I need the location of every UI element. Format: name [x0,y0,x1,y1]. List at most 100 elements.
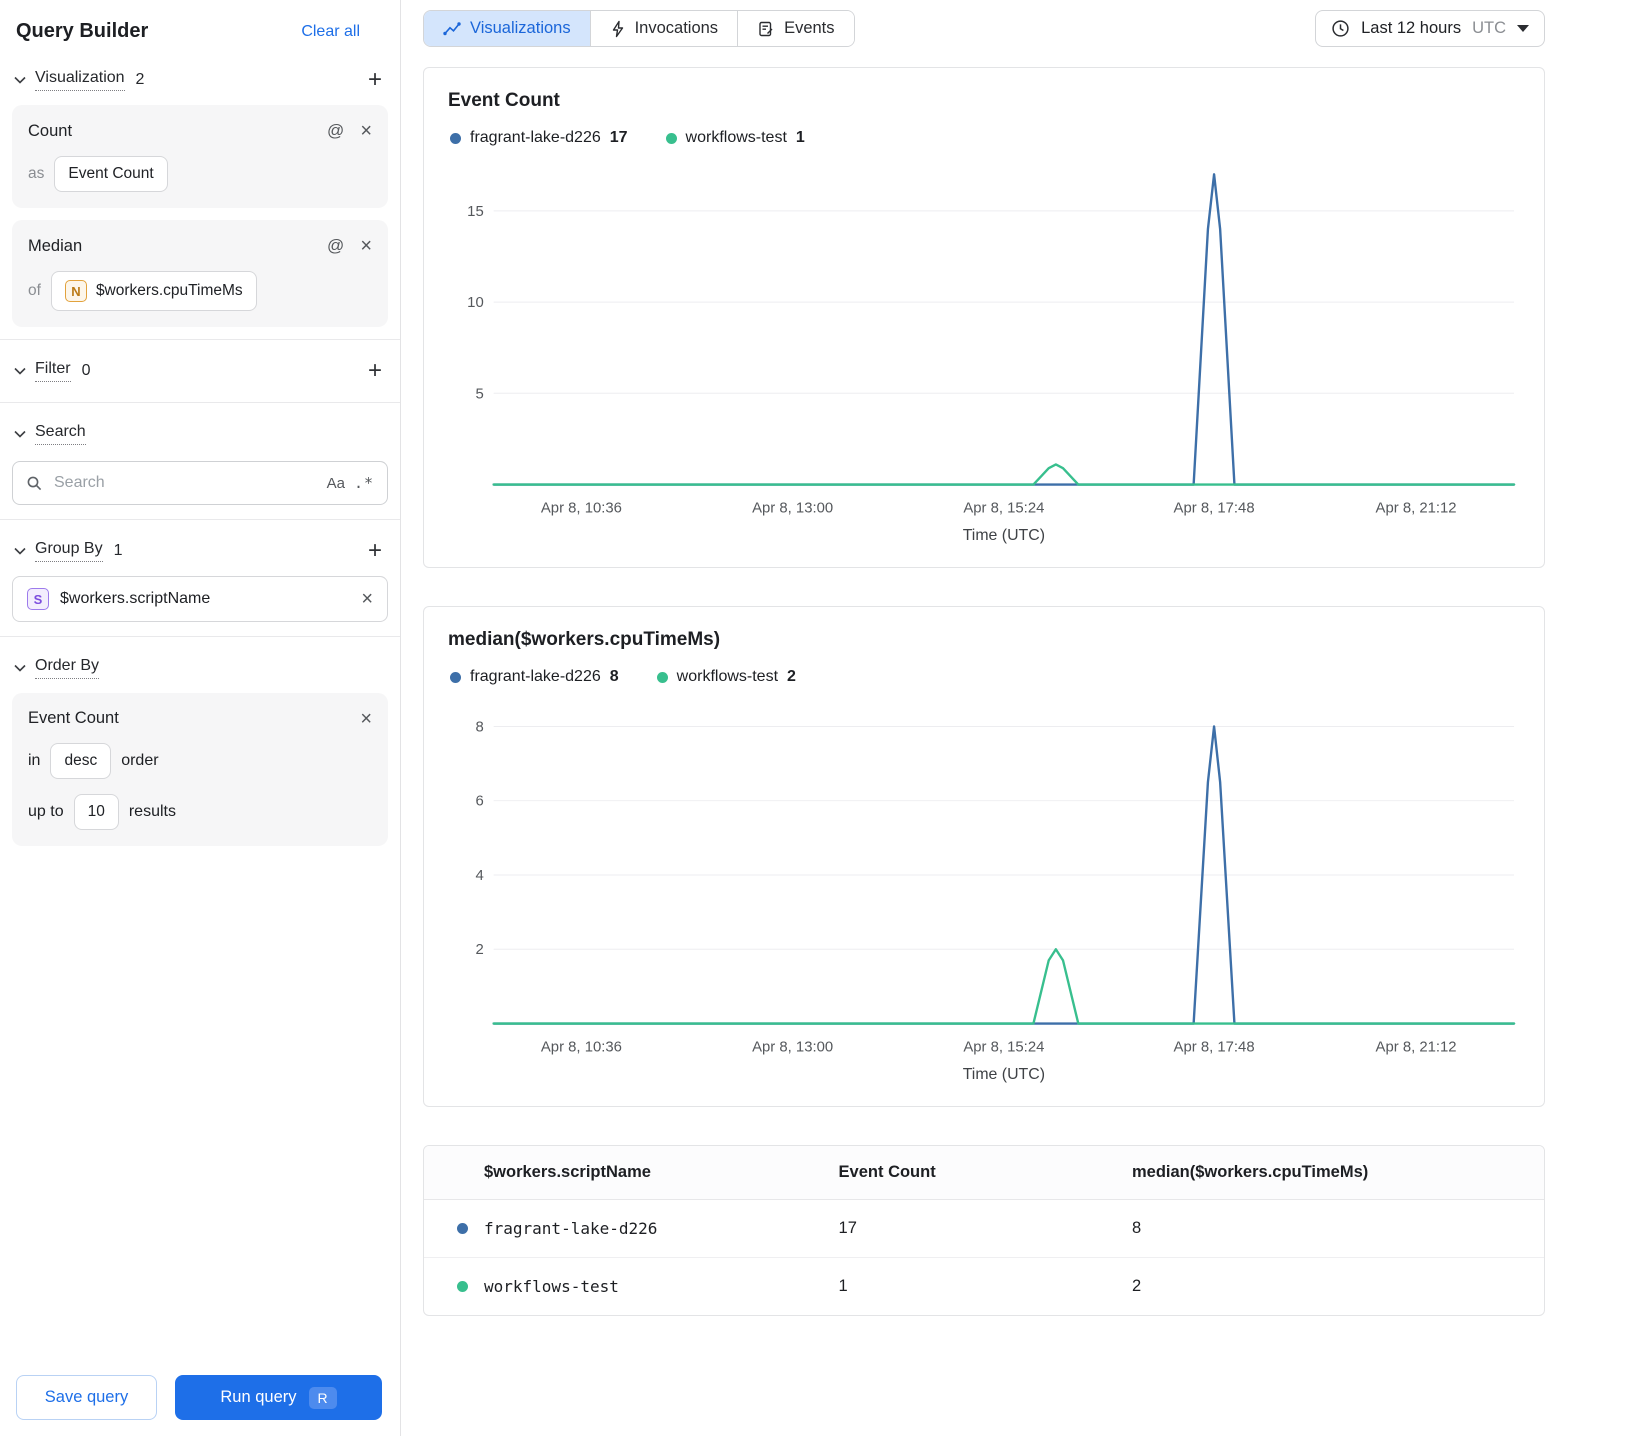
median-field-chip[interactable]: N $workers.cpuTimeMs [50,271,257,311]
svg-text:Apr 8, 10:36: Apr 8, 10:36 [541,1039,622,1055]
legend-item-workflows-test[interactable]: workflows-test 1 [665,129,805,147]
group-by-field-name: $workers.scriptName [60,590,211,607]
series-dot-green [457,1281,468,1293]
main-content: Event Count fragrant-lake-d226 17 workfl… [401,55,1640,1436]
tab-events[interactable]: Events [737,11,854,46]
chevron-down-icon[interactable] [14,430,26,438]
limit-chip[interactable]: 10 [73,794,119,830]
results-table-card: $workers.scriptName Event Count median($… [423,1145,1545,1317]
tab-visualizations[interactable]: Visualizations [424,11,590,46]
time-range-dropdown[interactable]: Last 12 hours UTC [1315,10,1545,47]
save-query-button[interactable]: Save query [16,1375,157,1420]
group-by-section-label: Group By [35,540,103,562]
chevron-down-icon[interactable] [14,664,26,672]
number-type-icon: N [64,280,87,302]
tab-events-label: Events [784,19,835,37]
legend-series-total: 8 [609,668,619,686]
divider [0,339,400,340]
tab-visualizations-label: Visualizations [470,19,571,37]
median-chart-card: median($workers.cpuTimeMs) fragrant-lake… [423,606,1545,1108]
chevron-down-icon[interactable] [14,367,26,375]
column-header-event-count: Event Count [830,1146,1124,1201]
chevron-down-icon [1517,25,1529,32]
search-section-header: Search [12,407,392,457]
script-name: workflows-test [484,1277,619,1297]
event-count-value: 17 [830,1199,1124,1259]
chevron-down-icon[interactable] [14,76,26,84]
median-value: 8 [1123,1199,1544,1259]
main-top-bar: Visualizations Invocations Events Last 1… [401,0,1640,55]
at-icon[interactable]: @ [327,121,344,141]
visualization-section-label: Visualization [35,69,125,91]
group-by-item[interactable]: S $workers.scriptName × [12,576,388,622]
time-range-label: Last 12 hours [1361,19,1462,37]
tab-invocations[interactable]: Invocations [589,11,738,46]
at-icon[interactable]: @ [327,236,344,256]
search-input[interactable] [52,473,318,493]
series-dot-green [665,132,677,144]
chart-svg: 5 10 15 Apr 8, 10:36 Apr 8, 13:00 Apr 8, 15:2… [467,173,1516,544]
svg-text:15: 15 [467,204,484,220]
chart-line-icon [443,20,461,38]
order-direction-chip[interactable]: desc [50,743,112,779]
count-visualization-card: Count @ × as Event Count [12,105,388,208]
svg-text:Apr 8, 21:12: Apr 8, 21:12 [1376,500,1457,516]
search-box: Aa .* [12,461,388,505]
series-dot-blue [450,671,461,683]
svg-text:8: 8 [475,719,483,735]
svg-text:Apr 8, 13:00: Apr 8, 13:00 [752,500,833,516]
legend-series-name: fragrant-lake-d226 [470,129,601,146]
order-by-section-label: Order By [35,657,100,679]
remove-group-by-icon[interactable]: × [361,589,373,609]
app-root: Query Builder Clear all Visualization 2 … [0,0,1640,1436]
chart-title: median($workers.cpuTimeMs) [448,629,721,651]
of-label: of [28,282,41,299]
chart-legend: fragrant-lake-d226 17 workflows-test 1 [450,129,1520,147]
add-visualization-button[interactable]: + [364,68,386,92]
series-dot-green [656,671,668,683]
median-visualization-card: Median @ × of N $workers.cpuTimeMs [12,220,388,327]
legend-item-workflows-test[interactable]: workflows-test 2 [656,668,796,686]
group-by-count: 1 [113,542,123,559]
table-header-row: $workers.scriptName Event Count median($… [424,1146,1544,1201]
view-tabs: Visualizations Invocations Events [423,10,855,47]
legend-series-name: workflows-test [685,129,787,146]
event-count-line-chart: 5 10 15 Apr 8, 10:36 Apr 8, 13:00 Apr 8, 15:2… [448,153,1520,553]
svg-text:Apr 8, 15:24: Apr 8, 15:24 [963,500,1044,516]
remove-count-icon[interactable]: × [360,121,372,141]
remove-order-by-icon[interactable]: × [360,709,372,729]
svg-text:Apr 8, 17:48: Apr 8, 17:48 [1174,500,1255,516]
add-filter-button[interactable]: + [364,359,386,383]
legend-item-fragrant-lake[interactable]: fragrant-lake-d226 17 [450,129,628,147]
script-name: fragrant-lake-d226 [484,1219,658,1239]
regex-icon[interactable]: .* [354,474,374,492]
svg-text:5: 5 [475,386,483,402]
visualization-section-header: Visualization 2 + [12,53,392,103]
group-by-section-header: Group By 1 + [12,524,392,574]
column-header-script-name: $workers.scriptName [424,1146,831,1201]
filter-section-label: Filter [35,360,71,382]
legend-series-total: 17 [609,129,628,146]
legend-item-fragrant-lake[interactable]: fragrant-lake-d226 8 [450,668,619,686]
event-count-value: 1 [838,1277,848,1296]
match-case-icon[interactable]: Aa [327,475,345,492]
query-builder-sidebar: Query Builder Clear all Visualization 2 … [0,0,401,1436]
remove-median-icon[interactable]: × [360,236,372,256]
clear-all-link[interactable]: Clear all [301,23,360,41]
add-group-by-button[interactable]: + [364,539,386,563]
sidebar-footer: Save query Run query R [0,1361,400,1436]
clock-icon [1331,19,1350,38]
svg-text:4: 4 [475,868,483,884]
chart-legend: fragrant-lake-d226 8 workflows-test 2 [450,668,1520,686]
count-alias-chip[interactable]: Event Count [54,156,168,192]
run-query-button[interactable]: Run query R [175,1375,382,1420]
table-row: workflows-test 1 2 [424,1258,1544,1316]
run-query-label: Run query [220,1388,297,1406]
svg-text:2: 2 [475,942,483,958]
order-by-card: Event Count × in desc order up to 10 res… [12,693,388,846]
main-area: Visualizations Invocations Events Last 1… [401,0,1640,1436]
count-card-title: Count [28,121,73,140]
chevron-down-icon[interactable] [14,547,26,555]
median-line-chart: 2 4 6 8 Apr 8, 10:36 Apr 8, 13:00 Apr 8, 15:24… [448,692,1520,1092]
svg-text:6: 6 [475,794,483,810]
